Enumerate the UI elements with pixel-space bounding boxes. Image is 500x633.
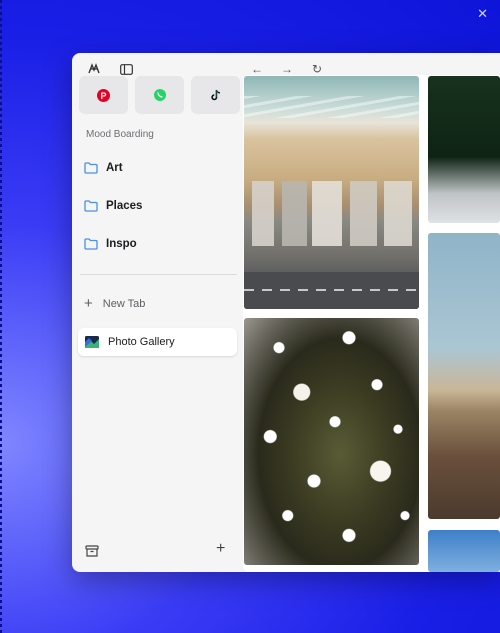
folder-icon (84, 200, 98, 212)
add-plus-icon[interactable]: + (216, 541, 232, 558)
folder-label: Inspo (106, 238, 137, 250)
folder-label: Art (106, 162, 123, 174)
pinned-favorites: P (79, 76, 240, 114)
gallery-photo-lobby-lights[interactable] (244, 318, 419, 565)
tab-photo-gallery[interactable]: Photo Gallery (78, 328, 237, 356)
folder-label: Places (106, 200, 143, 212)
photo-gallery-favicon-icon (85, 336, 99, 348)
gallery-photo-beach-aerial[interactable] (244, 76, 419, 309)
pinterest-favorite-button[interactable]: P (79, 76, 128, 114)
desktop-left-edge (0, 0, 2, 633)
sidebar-divider (80, 274, 237, 275)
section-label: Mood Boarding (86, 129, 154, 140)
browser-window: P Mood Boarding Art Places Inspo + New T… (72, 53, 500, 572)
folder-icon (84, 162, 98, 174)
whatsapp-icon (153, 89, 166, 101)
gallery-photo-snow-forest[interactable] (428, 76, 500, 223)
close-icon[interactable]: ✕ (477, 7, 488, 20)
archive-icon[interactable] (85, 544, 99, 558)
svg-text:P: P (100, 91, 106, 101)
sidebar-folder-inspo[interactable]: Inspo (84, 234, 137, 254)
pinterest-icon: P (97, 88, 110, 102)
gallery-photo-sky[interactable] (428, 530, 500, 572)
sidebar: P Mood Boarding Art Places Inspo + New T… (72, 53, 243, 572)
tab-label: Photo Gallery (108, 336, 175, 348)
sidebar-folder-art[interactable]: Art (84, 158, 123, 178)
tiktok-favorite-button[interactable] (191, 76, 240, 114)
whatsapp-favorite-button[interactable] (135, 76, 184, 114)
new-tab-label: New Tab (102, 298, 146, 310)
photo-gallery-content (243, 75, 500, 572)
gallery-photo-desert-landscape[interactable] (428, 233, 500, 519)
photo-road (244, 272, 419, 309)
sidebar-folder-places[interactable]: Places (84, 196, 142, 216)
new-tab-button[interactable]: + New Tab (84, 295, 145, 313)
folder-icon (84, 238, 98, 250)
tiktok-icon (210, 89, 220, 101)
photo-houses (252, 181, 412, 246)
plus-icon: + (84, 295, 93, 312)
